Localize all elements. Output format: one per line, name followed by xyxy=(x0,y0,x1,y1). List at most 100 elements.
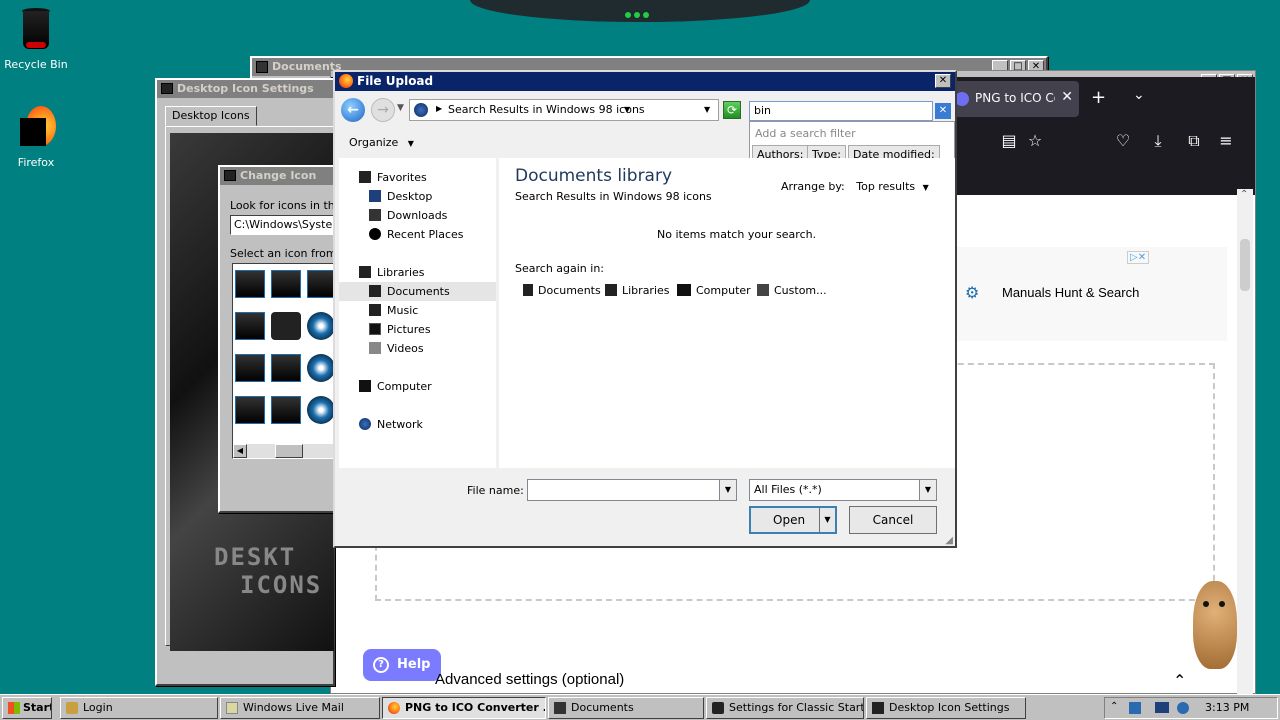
search-again-documents[interactable]: Documents xyxy=(523,284,601,297)
file-name-input[interactable]: ▼ xyxy=(527,479,737,501)
show-hidden-icons-icon[interactable]: ⌃ xyxy=(1110,701,1118,712)
tab-list-chevron-icon[interactable]: ⌄ xyxy=(1133,87,1145,103)
breadcrumb-text: Search Results in Windows 98 icons xyxy=(448,103,645,116)
open-label: Open xyxy=(773,513,806,527)
dvd-icon[interactable] xyxy=(307,354,335,382)
computer-icon[interactable] xyxy=(235,270,265,298)
nav-item-videos[interactable]: Videos xyxy=(369,339,424,358)
nav-item-network[interactable]: Network xyxy=(359,415,423,434)
ad-choices-icon[interactable]: ▷✕ xyxy=(1127,251,1150,264)
taskbar-item-png-to-ico[interactable]: PNG to ICO Converter ... xyxy=(382,697,546,719)
back-arrow-icon[interactable]: ← xyxy=(341,98,365,122)
taskbar-item-windows-live-mail[interactable]: Windows Live Mail xyxy=(220,697,380,719)
monitor-icon[interactable] xyxy=(235,396,265,424)
taskbar-item-documents[interactable]: Documents xyxy=(548,697,704,719)
menu-icon[interactable]: ≡ xyxy=(1216,131,1236,150)
scroll-left-icon[interactable]: ◀ xyxy=(233,444,247,458)
tab-desktop-icons[interactable]: Desktop Icons xyxy=(165,106,257,126)
taskbar-item-login[interactable]: Login xyxy=(60,697,218,719)
nav-label: Videos xyxy=(387,342,424,355)
dvd-icon[interactable] xyxy=(307,312,335,340)
monitor-icon[interactable] xyxy=(271,396,301,424)
nav-item-pictures[interactable]: Pictures xyxy=(369,320,431,339)
search-input[interactable]: bin xyxy=(749,101,933,121)
branding-text: DESKT ICONS xyxy=(214,543,322,599)
nav-item-libraries[interactable]: Libraries xyxy=(359,263,425,282)
extensions-icon[interactable]: ⧉ xyxy=(1184,131,1204,151)
nav-item-recent-places[interactable]: Recent Places xyxy=(369,225,464,244)
help-button[interactable]: ? Help xyxy=(363,649,441,681)
nav-label: Pictures xyxy=(387,323,431,336)
cancel-label: Cancel xyxy=(872,513,914,527)
search-folder-icon xyxy=(414,103,428,117)
arrange-by[interactable]: Arrange by: Top results ▼ xyxy=(781,180,929,193)
device-icon[interactable] xyxy=(271,312,301,340)
pocket-icon[interactable]: ♡ xyxy=(1113,131,1133,150)
file-type-value: All Files (*.*) xyxy=(754,483,822,496)
star-icon xyxy=(359,171,371,183)
file-type-select[interactable]: All Files (*.*) ▼ xyxy=(749,479,937,501)
desktop-icon-firefox[interactable]: Firefox xyxy=(0,104,72,169)
desktop-icon-label: Recycle Bin xyxy=(4,58,68,71)
path-field[interactable]: C:\Windows\Syster xyxy=(230,215,340,235)
monitor-icon[interactable] xyxy=(235,354,265,382)
lock-icon xyxy=(66,702,78,714)
nav-item-documents[interactable]: Documents xyxy=(339,282,496,301)
libraries-icon xyxy=(359,266,371,278)
scroll-thumb[interactable] xyxy=(275,444,303,458)
advanced-settings-heading[interactable]: Advanced settings (optional) xyxy=(435,671,624,688)
organize-label: Organize xyxy=(349,136,399,149)
resize-grip-icon[interactable]: ◢ xyxy=(945,535,953,546)
icon-grid[interactable]: ◀ xyxy=(232,263,342,459)
taskbar-label: Login xyxy=(83,701,113,714)
tab-close-icon[interactable]: ✕ xyxy=(1061,89,1073,105)
recent-pages-chevron-icon[interactable]: ▼ xyxy=(397,103,404,113)
horizontal-scrollbar[interactable]: ◀ xyxy=(233,444,341,458)
cancel-button[interactable]: Cancel xyxy=(849,506,937,534)
tray-app-icon[interactable] xyxy=(1129,702,1141,714)
scroll-up-icon[interactable]: ⌃ xyxy=(1240,189,1248,200)
monitor-icon[interactable] xyxy=(271,354,301,382)
documents-icon xyxy=(369,285,381,297)
address-dropdown-icon[interactable]: ▼ xyxy=(704,105,710,114)
file-type-dropdown-icon[interactable]: ▼ xyxy=(919,480,936,500)
taskbar-item-desktop-icon-settings[interactable]: Desktop Icon Settings xyxy=(866,697,1026,719)
search-again-computer[interactable]: Computer xyxy=(677,284,751,297)
bookmark-star-icon[interactable]: ☆ xyxy=(1025,131,1045,150)
downloads-icon[interactable]: ⤓ xyxy=(1148,131,1168,151)
nav-item-downloads[interactable]: Downloads xyxy=(369,206,447,225)
taskbar-label: Desktop Icon Settings xyxy=(889,701,1010,714)
search-again-libraries[interactable]: Libraries xyxy=(605,284,670,297)
ad-banner[interactable]: ▷✕ ⚙ Manuals Hunt & Search xyxy=(957,247,1227,341)
start-button[interactable]: Start xyxy=(2,697,52,719)
open-split-dropdown-icon[interactable]: ▼ xyxy=(819,508,835,532)
nav-item-computer[interactable]: Computer xyxy=(359,377,432,396)
search-again-text: Documents xyxy=(538,284,601,297)
breadcrumb[interactable]: ▶ Search Results in Windows 98 icons ▼ ▼ xyxy=(409,99,719,121)
close-button[interactable]: ✕ xyxy=(935,74,951,88)
computer-icon[interactable] xyxy=(235,312,265,340)
nav-item-music[interactable]: Music xyxy=(369,301,418,320)
reader-view-icon[interactable]: ▤ xyxy=(999,131,1019,150)
desktop-icon-recycle-bin[interactable]: Recycle Bin xyxy=(0,6,72,71)
new-tab-icon[interactable]: + xyxy=(1091,87,1106,108)
arrange-chevron-icon: ▼ xyxy=(922,183,929,192)
file-name-dropdown-icon[interactable]: ▼ xyxy=(719,480,736,500)
dvd-icon[interactable] xyxy=(307,396,335,424)
search-again-custom[interactable]: Custom... xyxy=(757,284,827,297)
monitor-icon[interactable] xyxy=(271,270,301,298)
refresh-icon[interactable]: ⟳ xyxy=(723,101,741,119)
firefox-tab[interactable]: PNG to ICO Conv ✕ xyxy=(947,81,1079,117)
forward-arrow-icon[interactable]: → xyxy=(371,98,395,122)
taskbar-item-classic-start[interactable]: Settings for Classic Start... xyxy=(706,697,864,719)
window-title: File Upload xyxy=(357,74,434,88)
open-button[interactable]: Open ▼ xyxy=(749,506,837,534)
network-tray-icon[interactable] xyxy=(1155,702,1169,713)
nav-label: Downloads xyxy=(387,209,448,222)
volume-tray-icon[interactable] xyxy=(1177,702,1189,714)
nav-item-desktop[interactable]: Desktop xyxy=(369,187,432,206)
clear-search-icon[interactable]: ✕ xyxy=(935,103,951,119)
organize-button[interactable]: Organize ▼ xyxy=(349,136,414,149)
nav-item-favorites[interactable]: Favorites xyxy=(359,168,427,187)
taskbar-label: Settings for Classic Start... xyxy=(729,701,864,714)
